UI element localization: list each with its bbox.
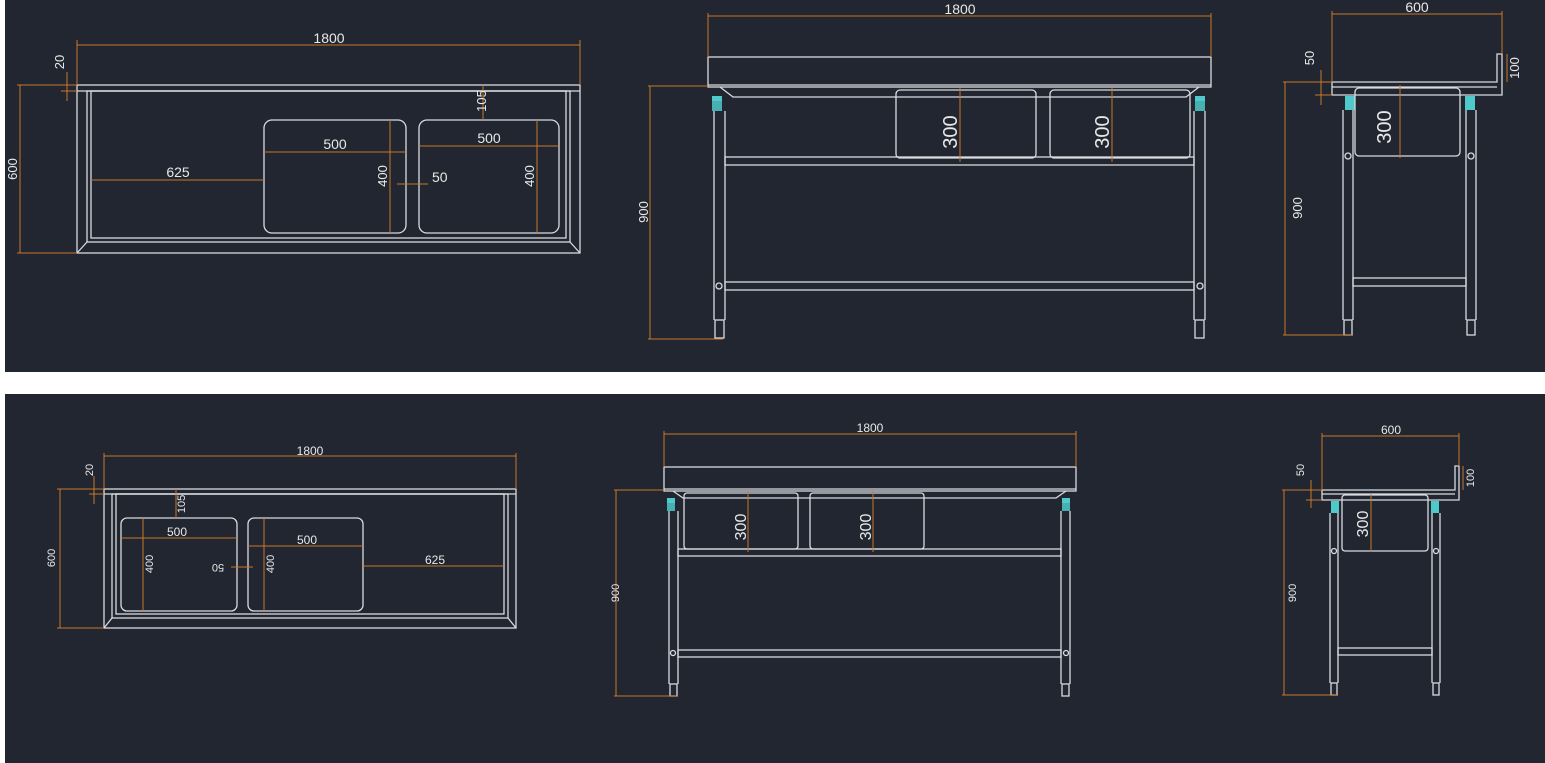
plan-outline <box>76 84 581 254</box>
front-length-label: 1800 <box>944 1 975 17</box>
side-view: 600 50 100 900 300 <box>1283 0 1522 336</box>
side-bowl-depth-label: 300 <box>1355 511 1372 538</box>
front-worktop <box>663 466 1077 492</box>
plan-length-label: 1800 <box>297 444 324 458</box>
plan-bowl2-width-label: 500 <box>297 533 317 547</box>
front-length-label: 1800 <box>857 421 884 435</box>
top-drawing-panel: 1800 20 600 625 500 400 500 400 50 105 1… <box>5 0 1545 372</box>
front-height-label: 900 <box>610 584 622 602</box>
side-upstand-label: 100 <box>1465 469 1477 487</box>
plan-bowl1-depth-label: 400 <box>144 555 156 573</box>
side-height-label: 900 <box>1287 584 1299 602</box>
front-worktop <box>707 56 1212 88</box>
plan-depth-label: 600 <box>46 549 58 567</box>
side-view: 600 50 100 900 300 <box>1282 423 1477 696</box>
bottom-drawing: 1800 20 600 625 500 400 500 400 50 105 1… <box>46 421 1477 697</box>
side-depth-label: 600 <box>1381 423 1401 437</box>
front-bowl2-depth-label: 300 <box>858 514 875 541</box>
plan-bowl1-width-label: 500 <box>323 136 347 152</box>
plan-bowl1-depth-label: 400 <box>375 165 390 187</box>
plan-outline <box>103 488 517 629</box>
plan-gap-label: 50 <box>212 561 224 573</box>
bottom-drawing-panel: 1800 20 600 625 500 400 500 400 50 105 1… <box>5 394 1545 763</box>
front-undershelf <box>677 649 1062 658</box>
front-bowl-1 <box>895 89 1037 159</box>
side-height-label: 900 <box>1290 197 1305 219</box>
plan-gap-label: 50 <box>432 169 448 185</box>
plan-thickness-label: 20 <box>84 464 96 476</box>
plan-view: 1800 20 600 625 500 400 500 400 50 105 <box>46 444 517 629</box>
plan-length-label: 1800 <box>313 30 344 46</box>
side-top-label: 50 <box>1295 464 1307 476</box>
side-top-label: 50 <box>1302 51 1317 65</box>
front-bowl1-depth-label: 300 <box>940 115 962 148</box>
front-bowl2-depth-label: 300 <box>1092 115 1114 148</box>
plan-bowl-edge-label: 105 <box>176 495 188 513</box>
plan-offset-label: 625 <box>166 164 190 180</box>
front-view: 1800 900 300 300 <box>636 1 1212 340</box>
front-bowl-2 <box>1049 89 1191 159</box>
plan-bowl-edge-label: 105 <box>474 90 489 112</box>
front-height-label: 900 <box>636 201 651 223</box>
side-bowl <box>1354 87 1461 157</box>
side-depth-label: 600 <box>1405 0 1429 15</box>
front-rail <box>677 548 1062 557</box>
plan-thickness-label: 20 <box>52 55 67 69</box>
side-upstand-label: 100 <box>1507 57 1522 79</box>
front-undershelf <box>724 281 1195 291</box>
plan-offset-label: 625 <box>425 553 445 567</box>
plan-bowl1-width-label: 500 <box>167 525 187 539</box>
plan-view: 1800 20 600 625 500 400 500 400 50 105 <box>5 30 581 254</box>
plan-depth-label: 600 <box>5 158 20 180</box>
side-bowl-depth-label: 300 <box>1374 110 1396 143</box>
front-bowl1-depth-label: 300 <box>733 514 750 541</box>
top-drawing: 1800 20 600 625 500 400 500 400 50 105 1… <box>5 0 1522 340</box>
front-view: 1800 900 300 300 <box>610 421 1077 697</box>
plan-bowl2-width-label: 500 <box>477 130 501 146</box>
plan-bowl2-depth-label: 400 <box>265 555 277 573</box>
plan-bowl2-depth-label: 400 <box>522 165 537 187</box>
